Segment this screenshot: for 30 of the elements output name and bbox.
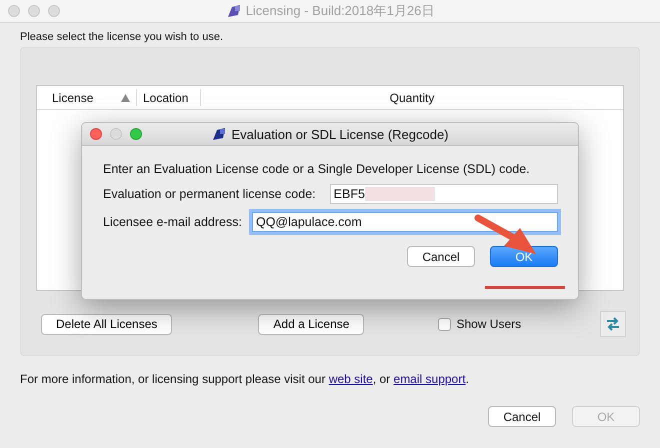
prompt-text: Enter an Evaluation License code or a Single Developer License (SDL) code. [103, 162, 531, 176]
link[interactable]: web site [328, 372, 373, 386]
input-field[interactable]: EBF5 [330, 184, 558, 204]
checkbox-label: Show Users [456, 317, 522, 331]
minimize-button[interactable] [110, 128, 122, 140]
close-button[interactable] [8, 5, 20, 17]
instruction-text: Please select the license you wish to use. [20, 31, 224, 45]
dialog-button[interactable]: Cancel [407, 246, 475, 267]
window-title: Licensing - Build:2018年1月26日 [246, 2, 434, 20]
zoom-button[interactable] [130, 128, 142, 140]
input-field[interactable]: QQ@lapulace.com [252, 212, 558, 232]
panel-button[interactable]: Delete All Licenses [41, 314, 172, 334]
app-icon [226, 3, 242, 19]
checkbox[interactable] [438, 318, 452, 330]
column-header[interactable]: Location [137, 89, 201, 106]
app-icon [211, 126, 228, 142]
dialog-title: Evaluation or SDL License (Regcode) [231, 126, 449, 142]
dialog-button[interactable]: Cancel [488, 406, 556, 427]
link[interactable]: email support [394, 372, 466, 386]
column-header[interactable]: Quantity [201, 89, 623, 106]
swap-button[interactable] [600, 311, 626, 337]
zoom-button[interactable] [48, 5, 60, 17]
minimize-button[interactable] [28, 5, 40, 17]
panel-button[interactable]: Add a License [258, 314, 364, 334]
close-button[interactable] [90, 128, 102, 140]
swap-arrows-icon [606, 317, 620, 331]
field-label: Evaluation or permanent license code: [103, 187, 316, 201]
footer-sentence: For more information, or licensing support please visit our web site, or email support. [20, 372, 470, 386]
field-label: Licensee e-mail address: [103, 215, 242, 229]
column-header[interactable]: License [37, 89, 137, 106]
